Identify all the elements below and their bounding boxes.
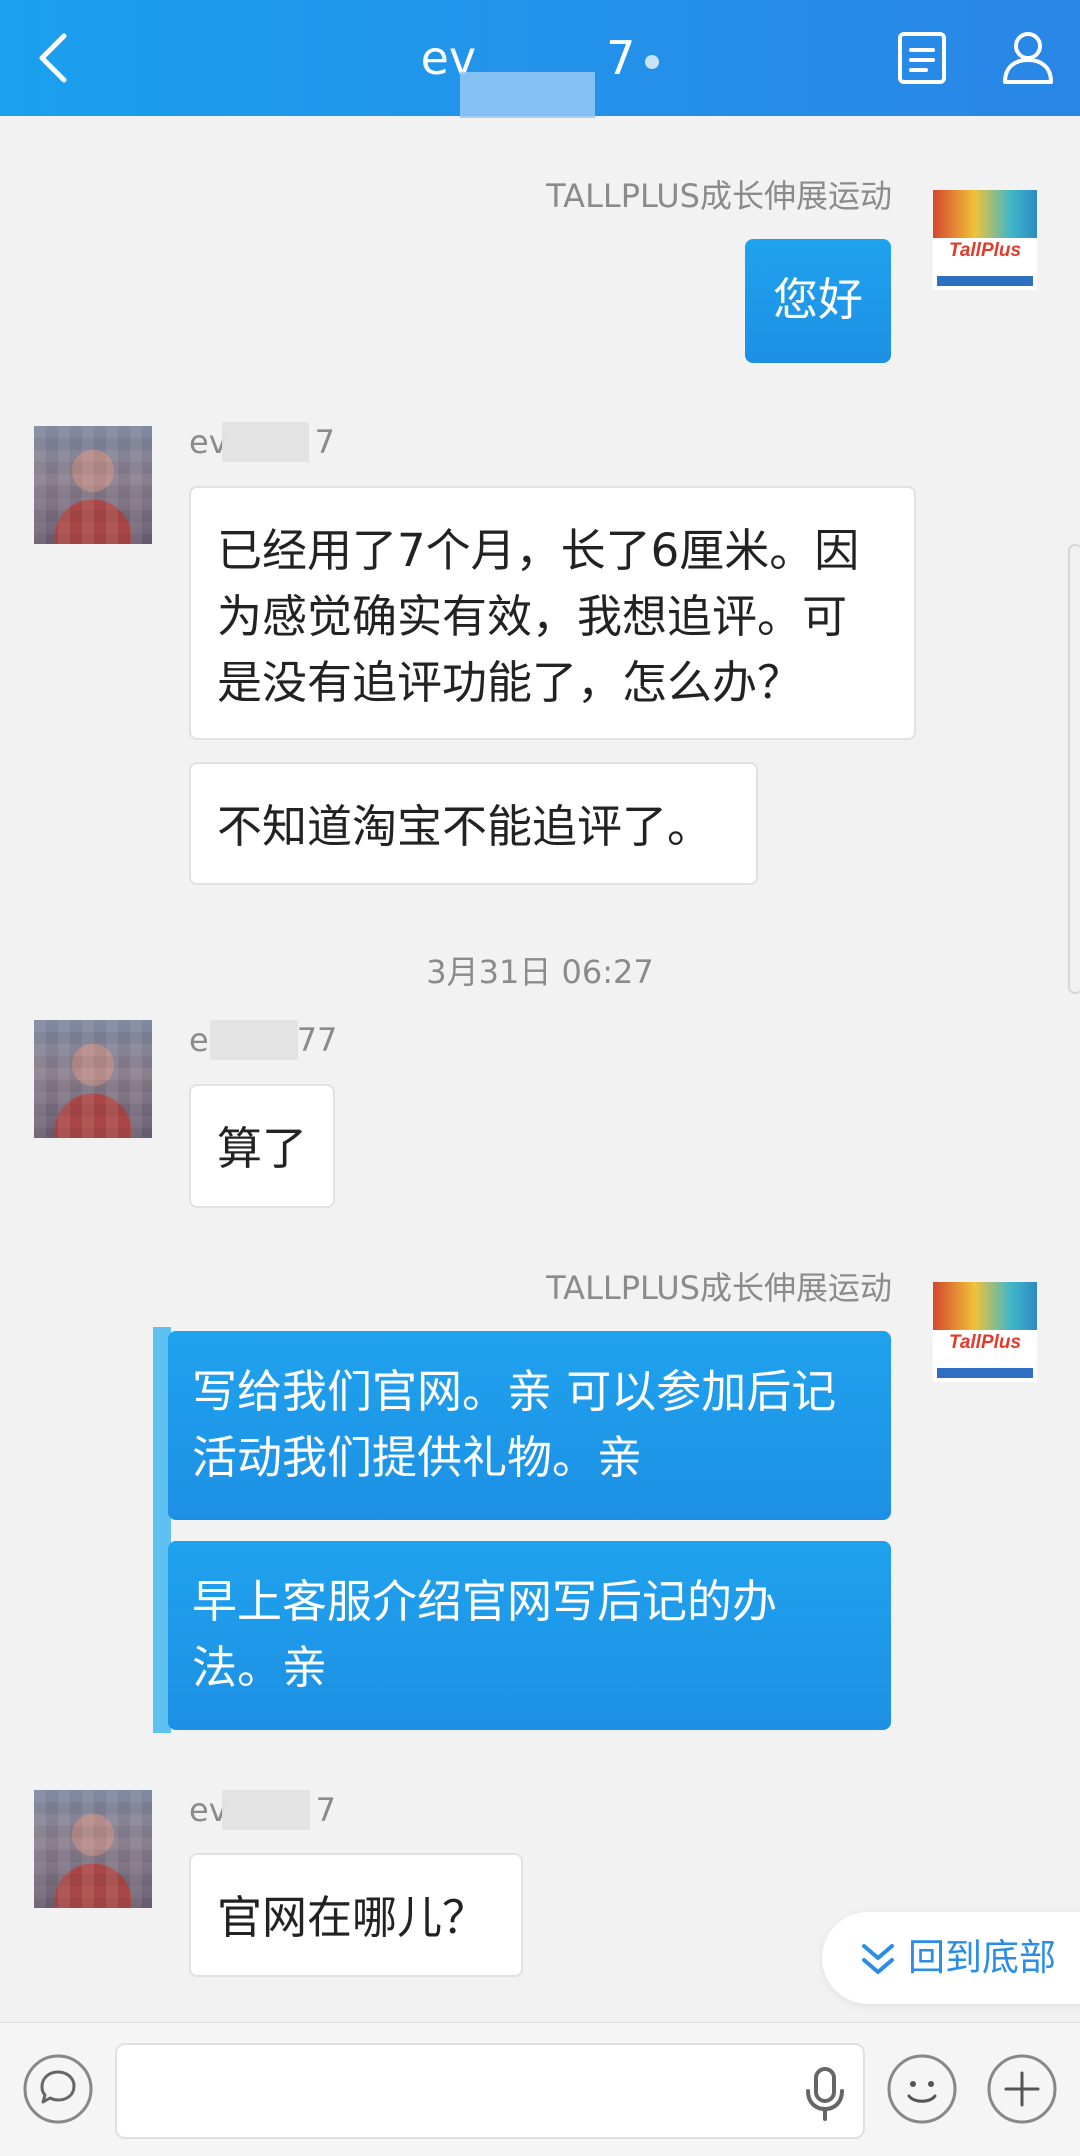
shop-logo-strip	[937, 276, 1033, 286]
name-redaction	[222, 422, 309, 462]
name-redaction	[210, 1020, 298, 1060]
sender-name-suffix: 7	[315, 1791, 336, 1829]
message-text: 已经用了7个月，长了6厘米。因为感觉确实有效，我想追评。可是没有追评功能了，怎么…	[217, 524, 860, 709]
user-avatar[interactable]	[34, 426, 152, 544]
message-bubble-outgoing[interactable]: 早上客服介绍官网写后记的办法。亲	[168, 1541, 891, 1730]
message-bubble-incoming[interactable]: 算了	[189, 1084, 335, 1208]
message-bubble-outgoing[interactable]: 写给我们官网。亲 可以参加后记活动我们提供礼物。亲	[168, 1331, 891, 1520]
shop-avatar[interactable]: TallPlus	[933, 190, 1037, 290]
message-bubble-incoming[interactable]: 已经用了7个月，长了6厘米。因为感觉确实有效，我想追评。可是没有追评功能了，怎么…	[189, 486, 916, 740]
message-text: 不知道淘宝不能追评了。	[217, 800, 713, 853]
name-redaction	[222, 1790, 310, 1830]
chat-bubble-icon[interactable]	[22, 2053, 94, 2125]
user-avatar[interactable]	[34, 1020, 152, 1138]
sender-name-prefix: e	[189, 1021, 209, 1059]
scroll-indicator	[1068, 544, 1080, 994]
shop-logo-strip	[937, 1368, 1033, 1378]
online-status-dot	[645, 54, 660, 69]
shop-avatar-photo	[933, 1282, 1037, 1330]
input-bar	[0, 2022, 1080, 2156]
user-avatar[interactable]	[34, 1790, 152, 1908]
message-bubble-outgoing[interactable]: 您好	[745, 239, 891, 363]
message-bubble-incoming[interactable]: 官网在哪儿？	[189, 1853, 523, 1977]
shop-logo-text: TallPlus	[948, 240, 1022, 261]
message-text: 早上客服介绍官网写后记的办法。亲	[192, 1575, 778, 1694]
shop-logo-text: TallPlus	[948, 1332, 1022, 1353]
plus-icon[interactable]	[986, 2053, 1058, 2125]
shop-avatar[interactable]: TallPlus	[933, 1282, 1037, 1382]
scroll-to-bottom-label: 回到底部	[908, 1936, 1056, 1979]
message-bubble-incoming[interactable]: 不知道淘宝不能追评了。	[189, 762, 758, 885]
document-icon[interactable]	[896, 30, 948, 86]
chat-title-suffix: 7	[606, 31, 636, 85]
sender-name-suffix: 7	[314, 423, 335, 461]
message-text: 您好	[772, 273, 863, 326]
double-chevron-down-icon	[862, 1944, 894, 1974]
message-text: 官网在哪儿？	[217, 1891, 488, 1944]
message-input[interactable]	[115, 2043, 865, 2139]
profile-icon[interactable]	[1000, 28, 1056, 86]
scroll-to-bottom-button[interactable]: 回到底部	[822, 1912, 1080, 2004]
message-text: 写给我们官网。亲 可以参加后记活动我们提供礼物。亲	[192, 1365, 837, 1484]
sender-name-shop: TALLPLUS成长伸展运动	[546, 177, 892, 215]
sender-name-shop: TALLPLUS成长伸展运动	[546, 1269, 892, 1307]
chat-header: ev 7	[0, 0, 1080, 118]
microphone-icon[interactable]	[800, 2065, 850, 2121]
timestamp: 3月31日 06:27	[426, 953, 654, 991]
title-redaction	[460, 72, 595, 118]
message-text: 算了	[217, 1122, 308, 1175]
sender-name-suffix: 77	[296, 1021, 338, 1059]
shop-avatar-photo	[933, 190, 1037, 238]
smiley-icon[interactable]	[886, 2053, 958, 2125]
